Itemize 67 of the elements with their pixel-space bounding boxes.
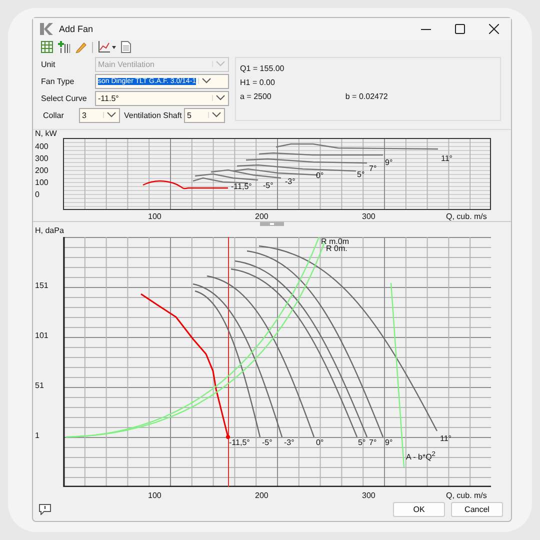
axis-tick-label: 1: [35, 431, 40, 440]
maximize-icon[interactable]: [455, 24, 465, 34]
axis-tick-label: 51: [35, 381, 44, 390]
dropdown-field[interactable]: -11.5°: [95, 90, 229, 106]
chevron-icon[interactable]: [103, 112, 119, 118]
axis-title: Q, cub. m/s: [446, 491, 487, 500]
chevron-icon[interactable]: [208, 112, 224, 118]
curve-label: 11°: [440, 434, 452, 444]
curve-label: 9°: [385, 438, 393, 448]
chevron-icon[interactable]: [212, 95, 228, 102]
axis-tick-label: 300: [362, 212, 376, 222]
axis-title: N, kW: [35, 129, 57, 138]
curve-label: -3°: [285, 177, 296, 186]
curve-label: 5°: [358, 438, 366, 448]
info-text: Q1 = 155.00: [240, 64, 286, 73]
curve-label: -5°: [262, 438, 272, 448]
chart-dropdown-icon[interactable]: [98, 41, 116, 54]
curve-label: R m.0m: [321, 237, 349, 246]
add-column-icon[interactable]: [58, 41, 70, 54]
axis-tick-label: 100: [148, 212, 162, 222]
operating-point-marker: [226, 435, 230, 440]
info-text: b = 0.02472: [345, 92, 388, 101]
curve-label: 7°: [369, 438, 377, 448]
document-icon[interactable]: [121, 41, 131, 54]
help-icon[interactable]: [39, 504, 51, 515]
pencil-icon[interactable]: [75, 41, 87, 54]
window-title: Add Fan: [59, 24, 94, 34]
curve-label: 5°: [357, 170, 365, 180]
field-label: Fan Type: [40, 76, 76, 86]
field-label: Collar: [42, 110, 65, 120]
dialog-button[interactable]: Cancel: [451, 502, 503, 517]
table-icon[interactable]: [41, 41, 53, 54]
curve-label: 11°: [441, 154, 453, 164]
curve-label: 7°: [369, 164, 377, 174]
info-text: H1 = 0.00: [240, 78, 276, 87]
field-label: Select Curve: [40, 94, 88, 103]
axis-tick-label: 0: [35, 190, 40, 200]
curve-label: A - b*Q$^{2}$: [406, 451, 436, 462]
curve-label: 9°: [385, 158, 393, 168]
curve-label: -11,5°: [231, 182, 252, 192]
axis-tick-label: 300: [35, 154, 48, 164]
dialog-button[interactable]: OK: [393, 502, 445, 517]
axis-title: H, daPa: [35, 226, 64, 236]
axis-tick-label: 200: [255, 491, 268, 500]
axis-tick-label: 101: [35, 331, 48, 340]
axis-tick-label: 100: [35, 178, 48, 188]
axis-tick-label: 151: [35, 281, 48, 290]
info-text: a = 2500: [240, 92, 272, 101]
dropdown-field[interactable]: 3: [79, 108, 120, 123]
curve-label: 0°: [316, 438, 324, 448]
field-label: Unit: [40, 60, 56, 69]
curve-label: -11,5°: [229, 438, 250, 448]
app-logo-icon: [39, 22, 53, 36]
curve-label: -3°: [284, 438, 294, 448]
dropdown-field[interactable]: 5: [184, 108, 225, 123]
axis-tick-label: 300: [362, 491, 376, 500]
field-label: Ventilation Shaft: [123, 110, 183, 120]
axis-tick-label: 200: [35, 166, 48, 176]
splitter-handle[interactable]: [260, 222, 284, 226]
axis-tick-label: 200: [255, 212, 268, 222]
axis-tick-label: 400: [35, 142, 48, 152]
curve-label: -5°: [263, 181, 274, 190]
axis-tick-label: 100: [148, 491, 162, 500]
close-icon[interactable]: [489, 24, 499, 34]
curve-label: 0°: [316, 171, 324, 180]
curve-label: R 0m.: [326, 244, 348, 254]
axis-title: Q, cub. m/s: [446, 212, 487, 222]
